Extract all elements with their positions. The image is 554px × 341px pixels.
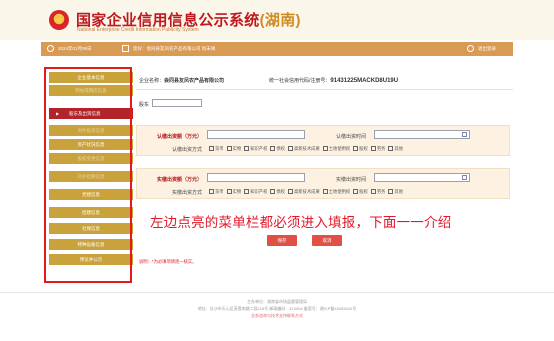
footer-divider: [0, 292, 554, 293]
shareholder-label: 股东: [139, 102, 150, 108]
subscribed-amount-label: 认缴出资额（万元）: [156, 134, 202, 140]
logout-link[interactable]: 退出登录: [478, 46, 496, 52]
paid-panel: 实缴出资额（万元） 实缴出资时间 实缴出资方式 货币 实物 知识产权 债权 高新技术成果…: [136, 168, 510, 199]
cancel-button[interactable]: 取消: [312, 235, 342, 246]
logout-icon[interactable]: [467, 45, 474, 52]
paid-method-label: 实缴出资方式: [171, 190, 202, 196]
subscribed-date-input[interactable]: [374, 130, 470, 139]
subscribed-panel: 认缴出资额（万元） 认缴出资时间 认缴出资方式 货币 实物 知识产权 债权 高新技术成果…: [136, 125, 510, 156]
site-header: ★ 国家企业信用信息公示系统(湖南) National Enterprise C…: [0, 0, 554, 40]
paid-date-label: 实缴出资时间: [335, 177, 366, 183]
required-note: 说明：*为必填项请逐一核实。: [139, 259, 197, 264]
footer-support-link[interactable]: 业务咨询与技术支持联系方式: [0, 313, 554, 319]
top-bar: 2024年01月08日 您好：会同县友凤农产品有限公司 尚未填 退出登录: [41, 42, 513, 56]
subscribed-method-label: 认缴出资方式: [171, 147, 202, 153]
subscribed-amount-input[interactable]: [207, 130, 305, 139]
save-button[interactable]: 保存: [267, 235, 297, 246]
national-emblem-icon: ★: [49, 10, 69, 30]
footer-address: 地址：长沙市天心区芙蓉南路二段118号 邮政编码：410004 备案号：湘ICP…: [197, 306, 357, 311]
paid-amount-input[interactable]: [207, 173, 305, 182]
subscribed-date-label: 认缴出资时间: [335, 134, 366, 140]
paid-date-input[interactable]: [374, 173, 470, 182]
calendar-icon[interactable]: [462, 175, 467, 180]
clock-icon: [47, 45, 54, 52]
user-icon: [122, 45, 129, 52]
credit-code: 统一社会信用代码/注册号：91431225MACKD8U19U: [269, 78, 399, 84]
paid-method-checkboxes[interactable]: 货币 实物 知识产权 债权 高新技术成果 土地使用权 股权 劳务 其他: [209, 189, 406, 195]
site-region: (湖南): [259, 12, 301, 29]
current-date: 2024年01月08日: [58, 46, 92, 51]
company-name: 企业名称：会同县友凤农产品有限公司: [139, 78, 225, 84]
paid-amount-label: 实缴出资额（万元）: [156, 177, 202, 183]
account-info: 您好：会同县友凤农产品有限公司 尚未填: [133, 46, 216, 51]
sidebar-highlight-box: [44, 67, 132, 283]
site-subtitle: National Enterprise Credit Information P…: [77, 27, 199, 33]
subscribed-method-checkboxes[interactable]: 货币 实物 知识产权 债权 高新技术成果 土地使用权 股权 劳务 其他: [209, 146, 406, 152]
annotation-text: 左边点亮的菜单栏都必须进入填报，下面一一介绍: [150, 215, 452, 230]
divider: [136, 89, 513, 90]
footer-sponsor: 主办单位：湖南省市场监督管理局: [247, 299, 307, 304]
calendar-icon[interactable]: [462, 132, 467, 137]
shareholder-input[interactable]: [152, 99, 202, 107]
